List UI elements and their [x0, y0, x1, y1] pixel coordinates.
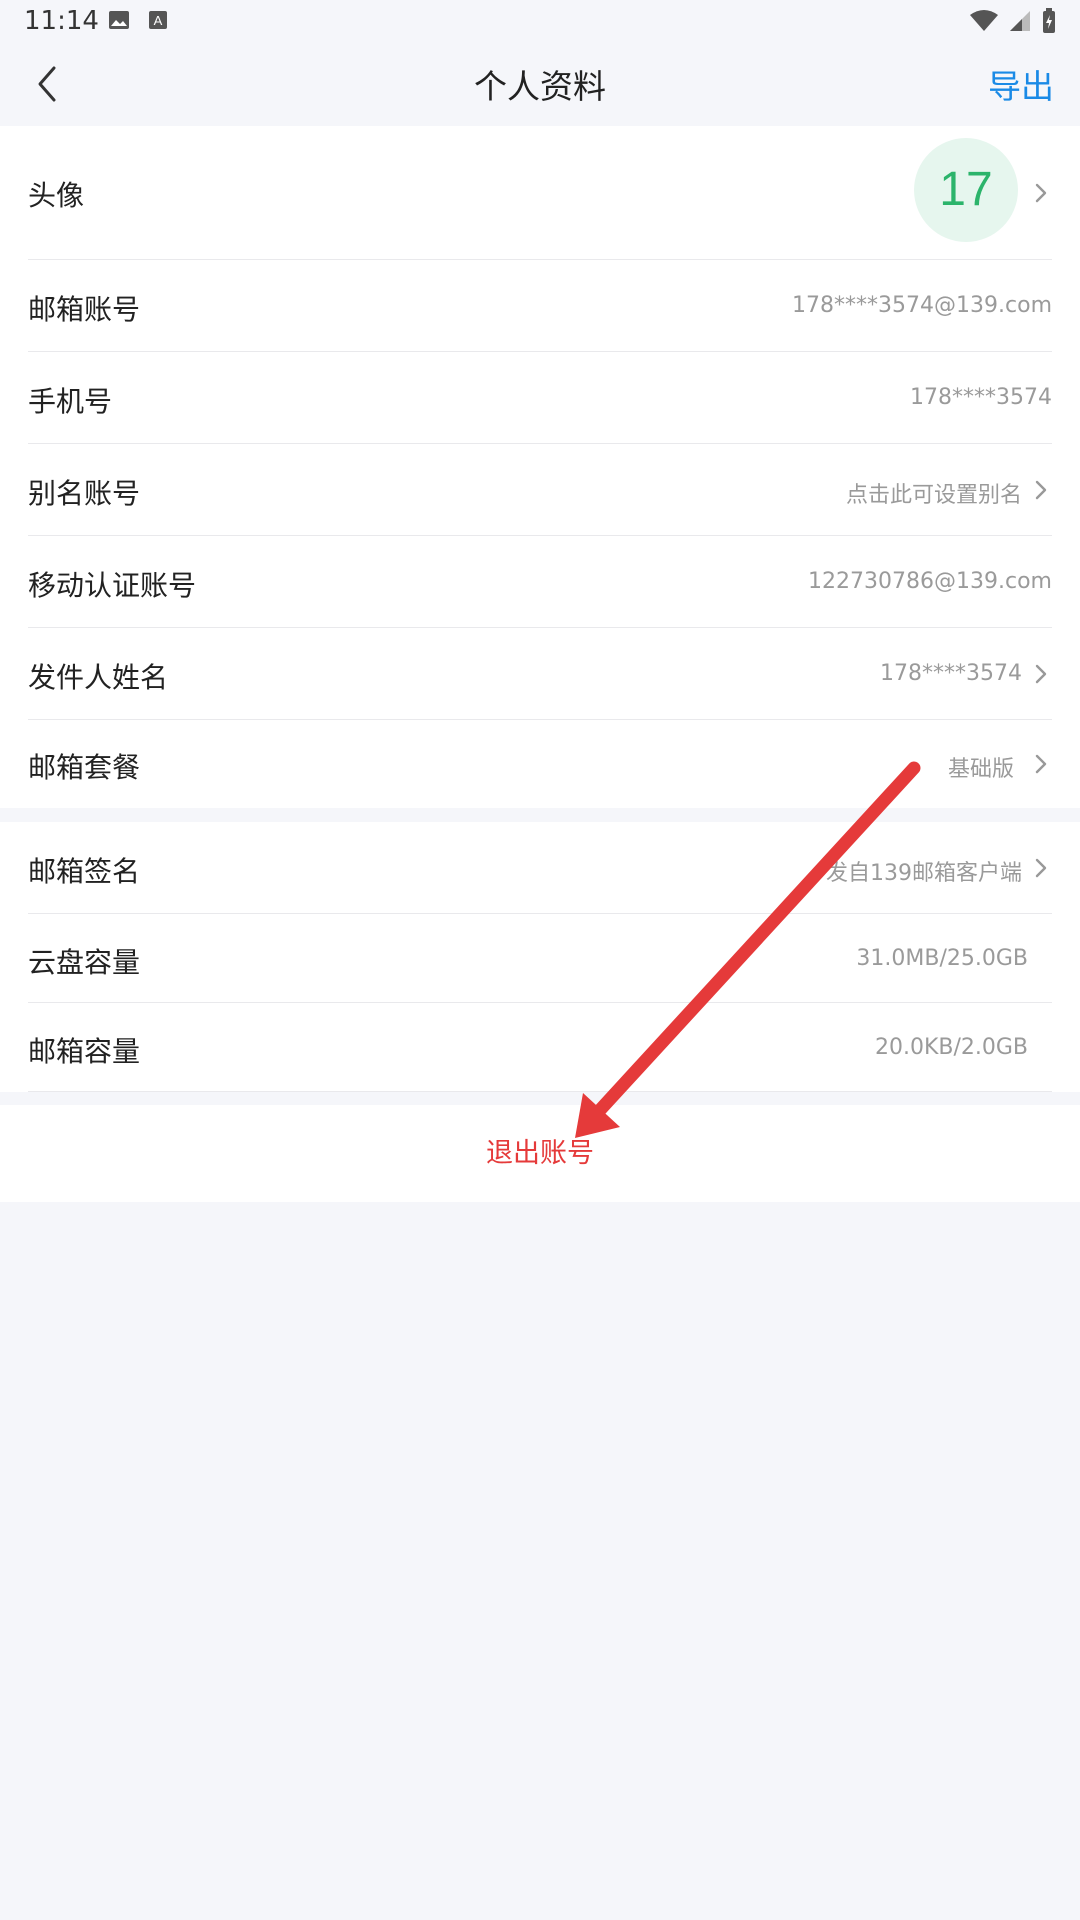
battery-icon: [1043, 8, 1055, 33]
settings-section: 邮箱签名 发自139邮箱客户端 云盘容量 31.0MB/25.0GB 邮箱容量 …: [0, 822, 1080, 1092]
row-label: 邮箱套餐: [28, 751, 141, 784]
wifi-icon: [970, 10, 998, 31]
row-alias-account[interactable]: 别名账号 点击此可设置别名: [28, 444, 1052, 536]
chevron-right-icon: [1035, 183, 1047, 203]
row-label: 邮箱签名: [28, 855, 141, 888]
chevron-right-icon: [1035, 754, 1047, 774]
row-label: 手机号: [28, 385, 113, 418]
row-label: 发件人姓名: [28, 661, 169, 694]
export-button[interactable]: 导出: [988, 60, 1054, 108]
logout-button[interactable]: 退出账号: [0, 1105, 1080, 1202]
row-mobile-auth-account: 移动认证账号 122730786@139.com: [28, 536, 1052, 628]
row-cloud-capacity: 云盘容量 31.0MB/25.0GB: [28, 914, 1052, 1003]
row-label: 邮箱账号: [28, 293, 141, 326]
row-sender-name[interactable]: 发件人姓名 178****3574: [28, 628, 1052, 720]
row-value: 178****3574: [910, 385, 1052, 410]
row-value: 122730786@139.com: [808, 569, 1052, 594]
row-value: 发自139邮箱客户端: [826, 861, 1022, 886]
row-value: 178****3574: [880, 661, 1022, 686]
image-icon: [109, 11, 129, 29]
page-title: 个人资料: [474, 67, 606, 106]
row-label: 别名账号: [28, 477, 141, 510]
row-mailbox-signature[interactable]: 邮箱签名 发自139邮箱客户端: [28, 822, 1052, 914]
chevron-right-icon: [1035, 858, 1047, 878]
row-avatar[interactable]: 头像 17: [28, 126, 1052, 260]
status-bar: 11:14 A: [0, 0, 1080, 42]
status-time: 11:14: [24, 6, 99, 36]
row-value: 点击此可设置别名: [845, 483, 1022, 508]
row-email-account: 邮箱账号 178****3574@139.com: [28, 260, 1052, 352]
row-value: 20.0KB/2.0GB: [874, 1035, 1028, 1060]
chevron-right-icon: [1035, 664, 1047, 684]
row-phone: 手机号 178****3574: [28, 352, 1052, 444]
svg-text:A: A: [154, 13, 163, 28]
row-value: 31.0MB/25.0GB: [856, 946, 1028, 971]
text-icon: A: [149, 11, 167, 29]
row-label: 移动认证账号: [28, 569, 197, 602]
row-label: 邮箱容量: [28, 1035, 141, 1068]
row-value: 178****3574@139.com: [792, 293, 1052, 318]
row-value: 基础版: [947, 757, 1014, 782]
row-label: 云盘容量: [28, 946, 141, 979]
profile-section: 头像 17 邮箱账号 178****3574@139.com 手机号 178**…: [0, 126, 1080, 808]
avatar[interactable]: 17: [914, 138, 1018, 242]
row-label: 头像: [28, 179, 85, 212]
row-mailbox-capacity: 邮箱容量 20.0KB/2.0GB: [28, 1003, 1052, 1092]
row-mailbox-plan[interactable]: 邮箱套餐 基础版: [28, 720, 1052, 808]
signal-icon: [1010, 11, 1030, 31]
chevron-right-icon: [1035, 480, 1047, 500]
navigation-bar: 个人资料 导出: [0, 42, 1080, 126]
